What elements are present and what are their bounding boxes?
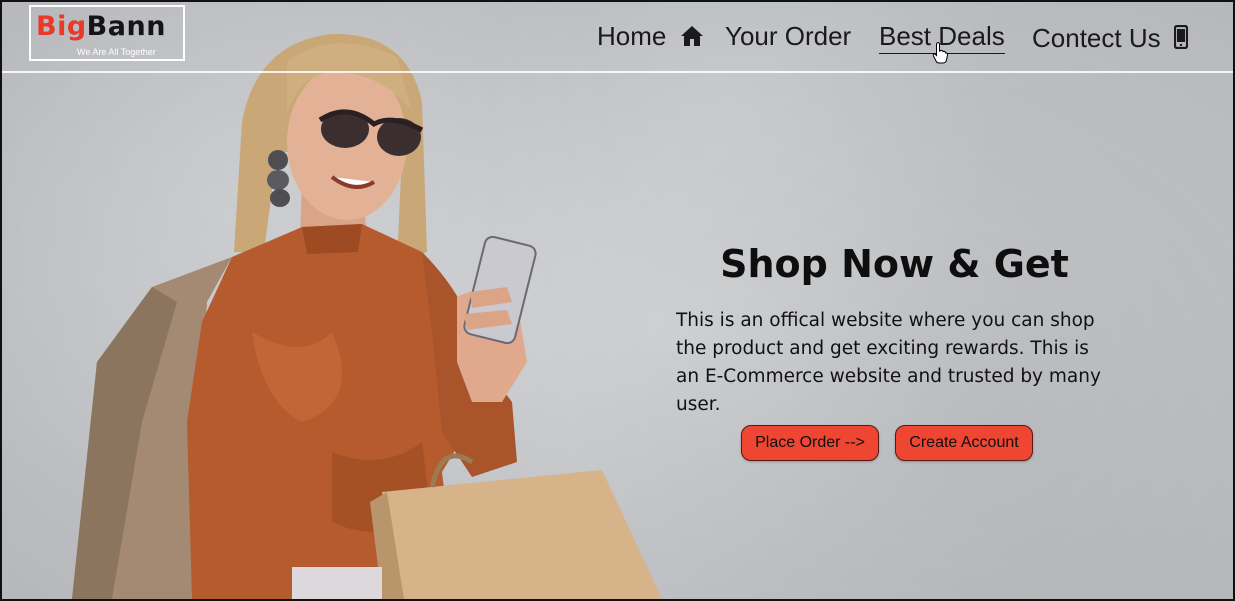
page: BigBann We Are All Together Home Your Or… (2, 2, 1233, 599)
place-order-button[interactable]: Place Order --> (741, 425, 879, 461)
brand-name-part2: Bann (86, 11, 166, 42)
nav-contact-link[interactable]: Contect Us (1032, 22, 1188, 56)
hero-title: Shop Now & Get (720, 242, 1069, 286)
navbar: BigBann We Are All Together Home Your Or… (2, 2, 1233, 73)
nav-your-order-link[interactable]: Your Order (725, 20, 851, 52)
brand-logo[interactable]: BigBann We Are All Together (29, 5, 185, 61)
brand-name-part1: Big (36, 11, 87, 42)
hero-description: This is an offical website where you can… (676, 310, 1101, 415)
shopping-bag-front (382, 470, 662, 599)
brand-tagline: We Are All Together (77, 47, 156, 57)
nav-home-label: Home (597, 21, 667, 51)
brand-name: BigBann (36, 13, 166, 40)
mobile-phone-icon (1173, 24, 1188, 56)
hand-pointer-cursor-icon (932, 42, 948, 64)
hero-image (72, 33, 662, 599)
nav-home-link[interactable]: Home (597, 20, 704, 54)
nav-contact-label: Contect Us (1032, 23, 1161, 53)
home-icon (680, 22, 704, 54)
create-account-button[interactable]: Create Account (895, 425, 1033, 461)
